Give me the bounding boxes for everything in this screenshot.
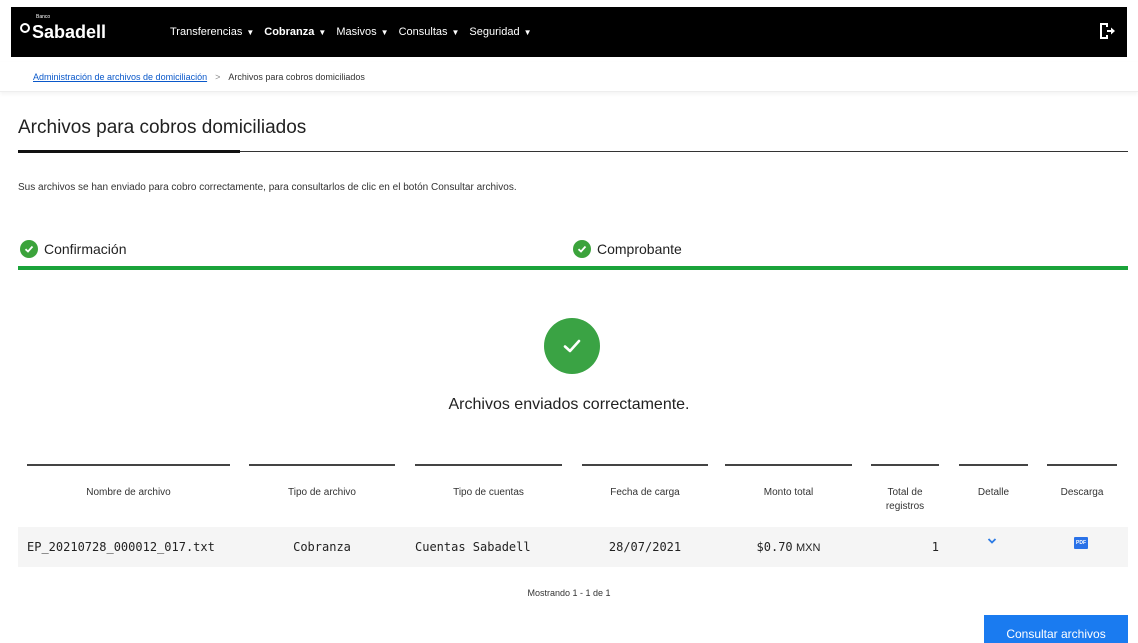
chevron-down-icon: ▼: [451, 27, 460, 37]
nav-item-seguridad[interactable]: Seguridad ▼: [469, 26, 531, 38]
header-descarga: Descarga: [1060, 487, 1104, 498]
success-check-icon: [544, 318, 600, 374]
header-tipo-archivo[interactable]: Tipo de archivo: [249, 486, 395, 500]
main-navbar: Banco Sabadell Transferencias ▼ Cobranza…: [11, 7, 1127, 57]
chevron-down-icon: ▼: [380, 27, 389, 37]
nav-item-label: Consultas: [398, 26, 448, 38]
nav-item-consultas[interactable]: Consultas ▼: [399, 26, 460, 38]
cell-fecha-carga: 28/07/2021: [608, 540, 682, 554]
progress-bar: [18, 266, 1128, 270]
nav-item-transferencias[interactable]: Transferencias ▼: [170, 26, 254, 38]
info-message: Sus archivos se han enviado para cobro c…: [18, 182, 517, 193]
breadcrumb-separator: >: [215, 71, 221, 82]
column-divider: [959, 464, 1028, 466]
column-divider: [27, 464, 230, 466]
header-monto-total[interactable]: Monto total: [725, 486, 852, 500]
cell-total-registros: 1: [931, 540, 939, 554]
breadcrumb-link-administracion[interactable]: Administración de archivos de domiciliac…: [33, 72, 207, 82]
page-title: Archivos para cobros domiciliados: [18, 117, 307, 138]
pdf-icon[interactable]: PDF: [1074, 537, 1088, 549]
nav-item-masivos[interactable]: Masivos ▼: [336, 26, 388, 38]
consultar-archivos-button[interactable]: Consultar archivos: [984, 615, 1128, 643]
step-comprobante: Comprobante: [573, 240, 682, 258]
top-bar: Banco Sabadell Transferencias ▼ Cobranza…: [0, 0, 1138, 62]
nav-menu: Transferencias ▼ Cobranza ▼ Masivos ▼ Co…: [170, 7, 542, 57]
step-confirmacion: Confirmación: [20, 240, 126, 258]
column-divider: [871, 464, 939, 466]
column-divider: [1047, 464, 1117, 466]
success-message: Archivos enviados correctamente.: [448, 396, 690, 413]
logo-banco-text: Banco: [36, 13, 51, 20]
nav-item-label: Masivos: [336, 26, 377, 38]
cell-nombre-archivo: EP_20210728_000012_017.txt: [27, 540, 215, 554]
chevron-down-icon: ▼: [318, 27, 327, 37]
breadcrumb: Administración de archivos de domiciliac…: [0, 62, 1138, 92]
header-tipo-cuentas[interactable]: Tipo de cuentas: [415, 486, 562, 500]
chevron-down-icon: ▼: [246, 27, 255, 37]
title-underline: [18, 150, 240, 153]
nav-item-label: Transferencias: [170, 26, 243, 38]
chevron-down-icon: ▼: [523, 27, 532, 37]
step-label: Confirmación: [44, 241, 127, 257]
header-total-line1: Total de: [887, 487, 923, 498]
chevron-down-icon[interactable]: [987, 537, 997, 548]
logout-icon[interactable]: [1099, 22, 1115, 40]
check-circle-icon: [20, 240, 38, 258]
check-circle-icon: [573, 240, 591, 258]
column-divider: [582, 464, 708, 466]
header-fecha-carga[interactable]: Fecha de carga: [582, 486, 708, 500]
step-label: Comprobante: [597, 241, 682, 257]
nav-item-label: Cobranza: [264, 26, 315, 38]
logo-main: Sabadell: [20, 22, 140, 43]
column-divider: [249, 464, 395, 466]
monto-value: $0.70: [756, 540, 793, 554]
monto-currency: MXN: [796, 542, 821, 554]
sabadell-logo[interactable]: Banco Sabadell: [20, 14, 140, 43]
header-total-registros[interactable]: Total de registros: [871, 486, 939, 514]
logo-mark-icon: [20, 23, 30, 33]
cell-monto-total: $0.70 MXN: [725, 540, 852, 554]
logo-brand-name: Sabadell: [32, 21, 107, 42]
column-divider: [725, 464, 852, 466]
cell-tipo-archivo: Cobranza: [293, 540, 351, 554]
breadcrumb-current: Archivos para cobros domiciliados: [228, 71, 365, 82]
nav-item-label: Seguridad: [469, 26, 520, 38]
pagination-info: Mostrando 1 - 1 de 1: [527, 588, 611, 598]
header-nombre-archivo[interactable]: Nombre de archivo: [27, 486, 230, 500]
header-total-line2: registros: [885, 501, 925, 512]
nav-item-cobranza[interactable]: Cobranza ▼: [264, 26, 326, 38]
column-divider: [415, 464, 562, 466]
header-detalle: Detalle: [977, 487, 1010, 498]
cell-tipo-cuentas: Cuentas Sabadell: [415, 540, 531, 554]
